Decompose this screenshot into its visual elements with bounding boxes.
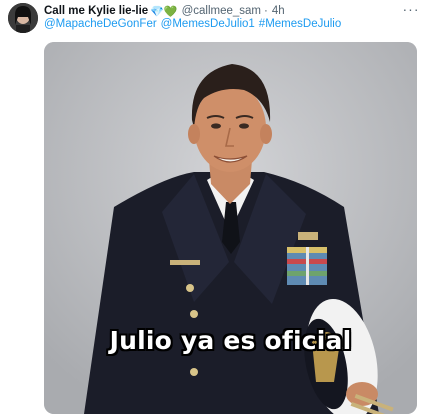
mention-link[interactable]: @MapacheDeGonFer — [44, 18, 157, 34]
mentions-line: @MapacheDeGonFer @MemesDeJulio1 #MemesDe… — [44, 18, 345, 34]
meme-caption: Julio ya es oficial — [109, 326, 352, 355]
tweet: Call me Kylie lie-lie 💎💚 @callmee_sam · … — [0, 0, 440, 414]
mention-link[interactable]: @MemesDeJulio1 — [161, 18, 255, 34]
more-options-icon[interactable]: ··· — [398, 0, 424, 20]
separator-dot: · — [264, 5, 268, 17]
avatar[interactable] — [8, 3, 38, 33]
name-emojis: 💎💚 — [150, 5, 178, 18]
hashtag-link[interactable]: #MemesDeJulio — [259, 18, 341, 34]
tweet-image[interactable]: Julio ya es oficial — [44, 42, 417, 414]
avatar-image — [8, 3, 38, 33]
photo-illustration — [44, 42, 417, 414]
timestamp[interactable]: 4h — [272, 5, 285, 17]
display-name[interactable]: Call me Kylie lie-lie — [44, 5, 148, 17]
user-handle[interactable]: @callmee_sam — [182, 5, 261, 17]
